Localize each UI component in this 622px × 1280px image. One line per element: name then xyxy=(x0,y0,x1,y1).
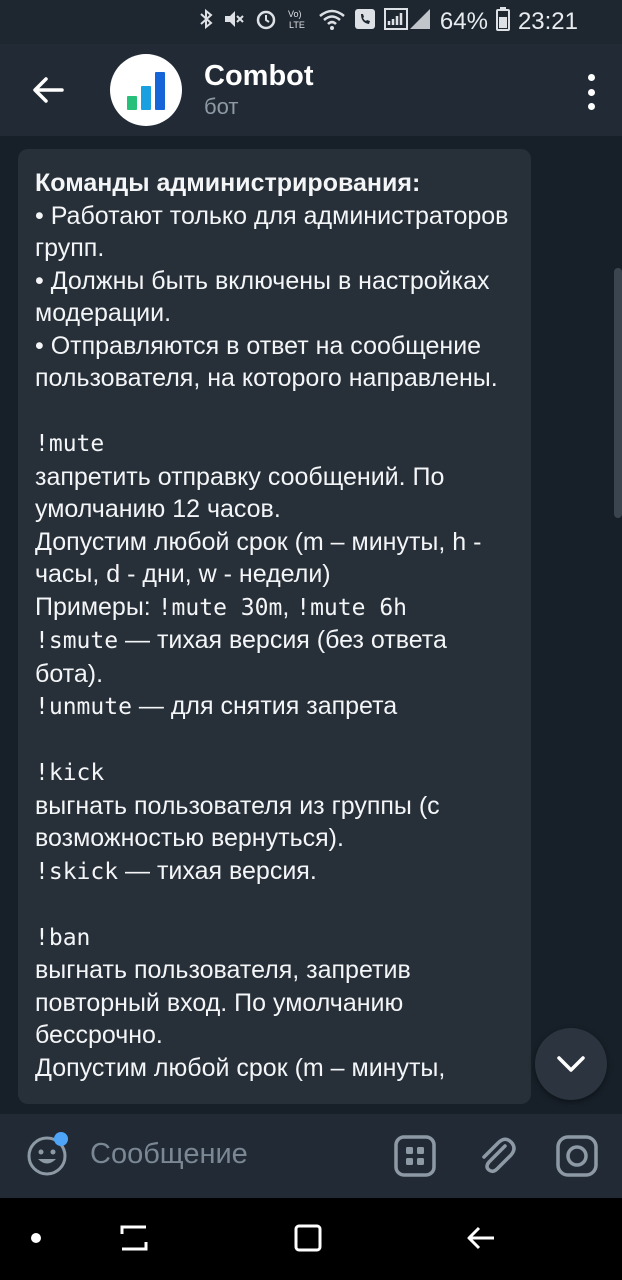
command-description: выгнать пользователя из группы (с возмож… xyxy=(35,791,440,853)
chevron-down-icon xyxy=(557,1056,585,1072)
back-button[interactable] xyxy=(0,44,96,136)
avatar-bar xyxy=(141,86,151,110)
svg-text:LTE: LTE xyxy=(289,20,305,30)
command-unmute[interactable]: !unmute xyxy=(35,694,132,720)
message-bubble[interactable]: Команды администрирования: • Работают то… xyxy=(18,149,531,1104)
attach-icon[interactable] xyxy=(475,1134,519,1178)
scroll-down-button[interactable] xyxy=(535,1028,607,1100)
separator: , xyxy=(282,592,297,621)
chat-subtitle: бот xyxy=(204,94,239,119)
example-command[interactable]: !mute 30m xyxy=(158,595,283,621)
message-heading: Команды администрирования: xyxy=(35,169,421,197)
message-bullet: • Работают только для администраторов гр… xyxy=(35,201,509,263)
signal-icon xyxy=(383,7,432,37)
command-kick[interactable]: !kick xyxy=(35,760,104,786)
command-description: — для снятия запрета xyxy=(131,692,398,720)
home-icon[interactable] xyxy=(292,1222,324,1254)
wifi-icon xyxy=(318,7,346,37)
mute-icon xyxy=(222,7,246,37)
back-nav-icon[interactable] xyxy=(466,1222,498,1254)
status-bar: Vo) LTE 64% 23:21 xyxy=(0,0,622,44)
volte-icon: Vo) LTE xyxy=(286,7,310,37)
avatar-bar xyxy=(155,72,165,110)
notification-dot xyxy=(54,1132,68,1146)
battery-icon xyxy=(495,7,510,37)
avatar[interactable] xyxy=(110,54,182,126)
command-terms: Допустим любой срок (m – минуты, h - час… xyxy=(35,527,482,589)
call-icon xyxy=(354,7,376,37)
command-mute[interactable]: !mute xyxy=(35,431,104,457)
message-bullet: • Отправляются в ответ на сообщение поль… xyxy=(35,331,498,393)
command-description: запретить отправку сообщений. По умолчан… xyxy=(35,462,445,524)
chat-area[interactable]: Команды администрирования: • Работают то… xyxy=(0,136,622,1114)
clock: 23:21 xyxy=(517,8,578,35)
examples-label: Примеры: xyxy=(35,592,158,621)
command-skick[interactable]: !skick xyxy=(35,859,118,885)
message-input[interactable]: Сообщение xyxy=(90,1138,248,1171)
alarm-icon xyxy=(254,7,278,37)
message-bullet: • Должны быть включены в настройках моде… xyxy=(35,266,490,328)
example-command[interactable]: !mute 6h xyxy=(296,595,407,621)
avatar-bar xyxy=(127,96,137,110)
chat-title-block[interactable]: Combot бот xyxy=(204,59,314,121)
command-description: — тихая версия. xyxy=(118,856,317,885)
system-nav-bar xyxy=(0,1198,622,1280)
command-description: выгнать пользователя, запретив повторный… xyxy=(35,956,411,1049)
command-ban[interactable]: !ban xyxy=(35,925,90,951)
chat-header: Combot бот xyxy=(0,44,622,136)
bot-commands-icon[interactable] xyxy=(393,1134,437,1178)
recent-apps-icon[interactable] xyxy=(118,1222,150,1254)
svg-text:Vo): Vo) xyxy=(288,9,302,19)
command-terms: Допустим любой срок (m – минуты, xyxy=(35,1053,446,1082)
chat-title: Combot xyxy=(204,60,314,92)
more-menu-icon[interactable] xyxy=(586,74,596,110)
battery-percent: 64% xyxy=(439,8,488,35)
command-smute[interactable]: !smute xyxy=(35,628,118,654)
message-input-bar: Сообщение xyxy=(0,1114,622,1198)
scrollbar[interactable] xyxy=(614,268,622,518)
bluetooth-icon xyxy=(198,7,214,37)
nav-dot-icon[interactable] xyxy=(31,1233,41,1243)
camera-icon[interactable] xyxy=(555,1134,599,1178)
arrow-left-icon xyxy=(33,77,64,103)
